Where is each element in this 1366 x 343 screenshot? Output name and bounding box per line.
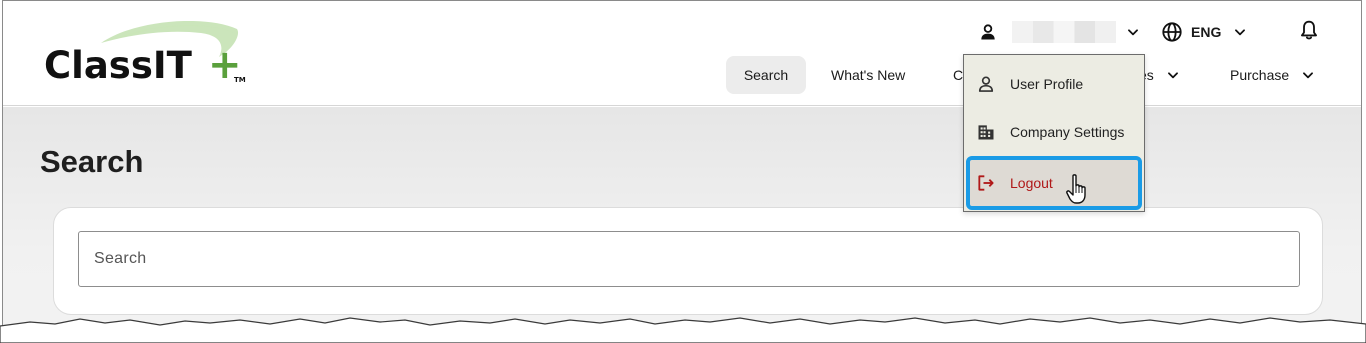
nav-item-partial[interactable]: C [953, 56, 963, 94]
user-dropdown-menu: User Profile Company Settings Logout [963, 54, 1145, 212]
nav-purchase[interactable]: Purchase [1230, 56, 1315, 94]
menu-item-label: Company Settings [1010, 124, 1125, 140]
notifications-button[interactable] [1299, 19, 1319, 46]
nav-item-partial-dropdown[interactable]: es [1139, 56, 1180, 94]
chevron-down-icon [1303, 72, 1314, 79]
menu-item-logout[interactable]: Logout [966, 156, 1142, 210]
torn-edge [0, 317, 1366, 343]
user-menu-trigger[interactable] [978, 18, 1140, 46]
logo-tm: TM [234, 76, 246, 84]
user-icon [978, 76, 994, 92]
language-selector[interactable]: ENG [1161, 18, 1247, 46]
nav-whats-new-label: What's New [831, 67, 906, 83]
chevron-down-icon [1235, 29, 1246, 36]
bell-icon [1301, 20, 1317, 40]
logo-text: ClassIT [44, 44, 193, 87]
nav-item-partial-label: C [953, 67, 964, 83]
menu-item-company-settings[interactable]: Company Settings [964, 110, 1144, 154]
chevron-down-icon [1167, 72, 1178, 79]
search-input[interactable] [78, 231, 1300, 287]
redacted-username [1012, 21, 1116, 43]
logo[interactable]: ClassIT + TM [41, 20, 251, 91]
page-title: Search [40, 144, 144, 179]
nav-whats-new[interactable]: What's New [831, 56, 905, 94]
menu-item-label: User Profile [1010, 76, 1084, 92]
language-label: ENG [1191, 24, 1222, 40]
building-icon [978, 125, 994, 140]
header: ClassIT + TM ENG Search What's New C es … [3, 1, 1361, 106]
logo-graphic: ClassIT + TM [44, 20, 246, 88]
app-window: ClassIT + TM ENG Search What's New C es … [2, 0, 1362, 343]
globe-icon [1162, 22, 1182, 42]
chevron-down-icon [1128, 29, 1138, 36]
menu-item-user-profile[interactable]: User Profile [964, 62, 1144, 106]
nav-purchase-label: Purchase [1230, 67, 1290, 83]
logout-icon [978, 175, 994, 191]
nav-search[interactable]: Search [726, 56, 806, 94]
hand-pointer-cursor [1066, 174, 1086, 204]
menu-item-label: Logout [1010, 175, 1053, 191]
user-icon [981, 24, 995, 40]
nav-search-label: Search [743, 67, 789, 83]
